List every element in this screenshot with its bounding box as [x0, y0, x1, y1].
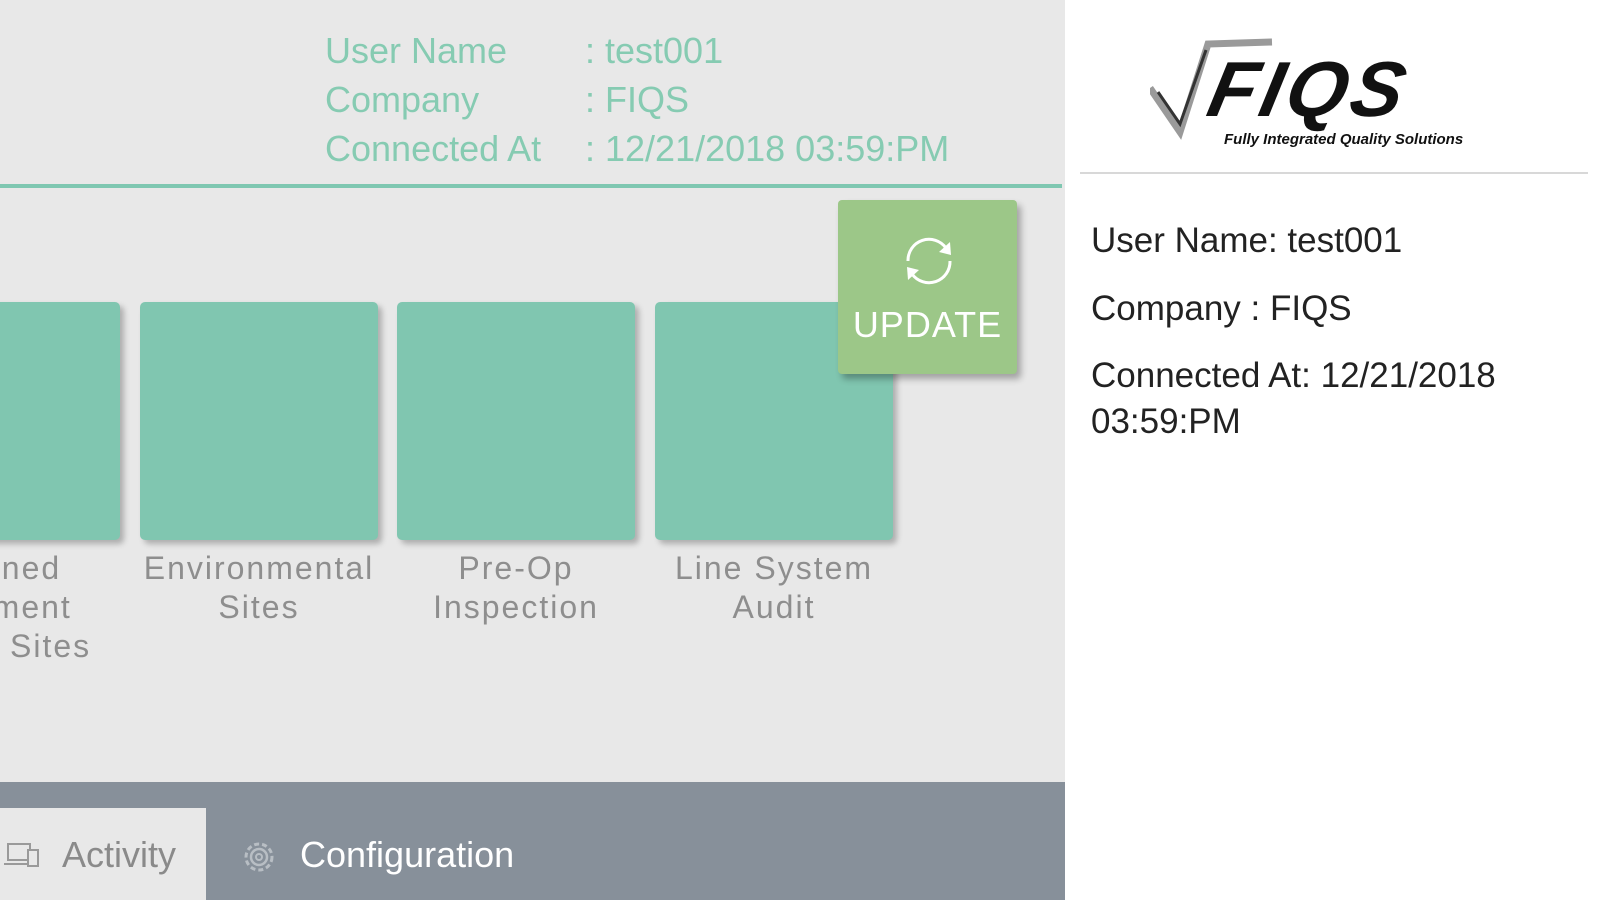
tab-configuration-label: Configuration [300, 834, 515, 875]
side-info-panel: FIQS Fully Integrated Quality Solutions … [1065, 0, 1599, 900]
tab-activity[interactable]: Activity [0, 808, 206, 900]
header-company-value: : FIQS [585, 79, 690, 120]
tile-label-environmental-sites: Environmental Sites [143, 550, 375, 625]
update-button-label: UPDATE [852, 304, 1003, 345]
main-panel: User Name : test001 Company : FIQS Conne… [0, 0, 1065, 900]
header-user-value: : test001 [585, 30, 724, 71]
tab-activity-label: Activity [62, 834, 177, 875]
side-user-line: User Name: test001 [1091, 221, 1403, 260]
update-button[interactable]: UPDATE [838, 200, 1017, 374]
header-connected-value: : 12/21/2018 03:59:PM [585, 128, 950, 169]
header-divider [0, 184, 1062, 188]
header-user-label: User Name [325, 30, 508, 71]
tile-environmental-sites[interactable] [140, 302, 378, 540]
tile-label-planned-equipment-sites: aned -ment Sites [0, 550, 92, 664]
fiqs-logo: FIQS Fully Integrated Quality Solutions [1150, 38, 1463, 148]
tile-planned-equipment-sites[interactable] [0, 302, 120, 540]
bottom-tab-bar: Activity Configuration [0, 782, 1065, 900]
tile-pre-op-inspection[interactable] [397, 302, 635, 540]
refresh-icon [906, 237, 952, 285]
side-connected-line: Connected At: 12/21/2018 [1091, 356, 1496, 395]
laptop-icon [4, 843, 39, 867]
side-connected-time: 03:59:PM [1091, 402, 1241, 441]
side-divider [1080, 172, 1588, 174]
header-connected-label: Connected At [325, 128, 542, 169]
header-company-label: Company [325, 79, 480, 120]
svg-text:Fully Integrated Quality Solut: Fully Integrated Quality Solutions [1224, 131, 1463, 148]
tile-label-pre-op-inspection: Pre-Op Inspection [433, 550, 599, 625]
gear-icon [244, 842, 274, 872]
tab-configuration[interactable]: Configuration [232, 808, 552, 900]
side-company-line: Company : FIQS [1091, 289, 1352, 328]
tile-label-line-system-audit: Line System Audit [674, 550, 874, 625]
svg-text:FIQS: FIQS [1201, 46, 1417, 133]
